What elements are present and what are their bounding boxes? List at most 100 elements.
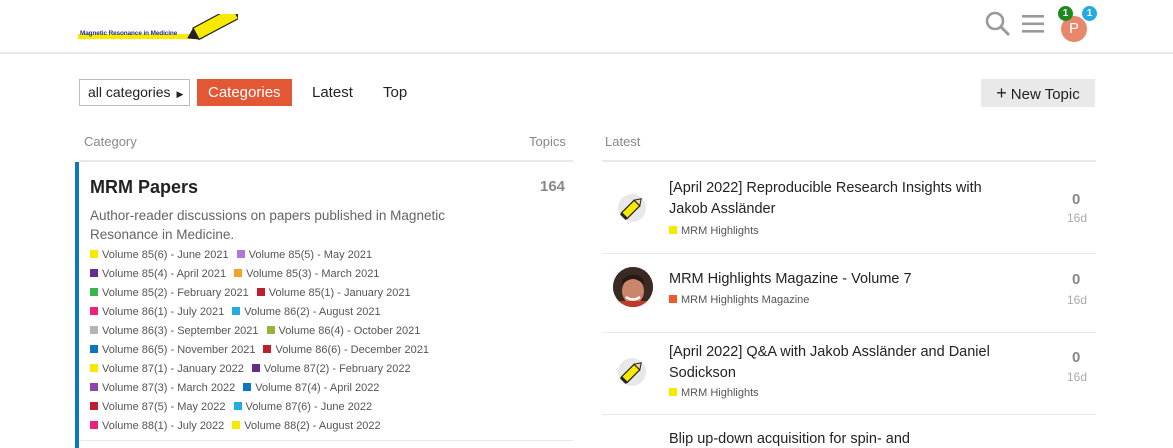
subcategory-color-swatch [90,383,98,391]
subcategory-row: Volume 87(1) - January 2022 Volume 87(2) … [90,363,419,379]
subcategory-link[interactable]: Volume 86(1) - July 2021 [90,306,224,318]
subcategory-label: Volume 88(2) - August 2022 [244,420,381,432]
notification-badge-green: 1 [1058,6,1073,21]
subcategory-link[interactable]: Volume 85(2) - February 2021 [90,287,249,299]
topic-reply-count: 0 [1072,349,1081,366]
subcategory-label: Volume 85(6) - June 2021 [102,249,229,261]
subcategory-link[interactable]: Volume 85(3) - March 2021 [234,268,379,280]
subcategory-color-swatch [263,345,272,353]
column-header-category[interactable]: Category [84,134,137,149]
topic-row[interactable]: [April 2022] Q&A with Jakob Assländer an… [602,333,1096,414]
subcategory-link[interactable]: Volume 85(4) - April 2021 [90,268,226,280]
user-avatar-photo[interactable] [613,267,653,307]
subcategory-link[interactable]: Volume 86(4) - October 2021 [266,325,421,337]
tab-top[interactable]: Top [372,79,418,106]
subcategory-link[interactable]: Volume 87(3) - March 2022 [90,382,235,394]
subcategory-label: Volume 88(1) - July 2022 [102,420,225,432]
category-topic-count: 164 [540,178,566,195]
divider [79,160,573,162]
subcategory-color-swatch [90,345,98,353]
subcategory-color-swatch [243,383,252,391]
category-description: Author-reader discussions on papers publ… [90,208,445,242]
subcategory-link[interactable]: Volume 87(1) - January 2022 [90,363,244,375]
topic-reply-count: 0 [1072,191,1081,208]
subcategory-link[interactable]: Volume 87(4) - April 2022 [243,382,379,394]
column-header-topics[interactable]: Topics [529,134,566,149]
subcategory-row: Volume 85(4) - April 2021 Volume 85(3) - … [90,268,387,284]
subcategory-link[interactable]: Volume 86(2) - August 2021 [232,306,381,318]
category-color-swatch [669,226,677,234]
topic-age[interactable]: 16d [1067,370,1087,384]
topic-title[interactable]: Blip up-down acquisition for spin- and [669,429,999,448]
topic-title[interactable]: [April 2022] Q&A with Jakob Assländer an… [669,342,999,384]
search-icon[interactable] [985,11,1011,37]
subcategory-label: Volume 87(5) - May 2022 [102,401,226,413]
subcategory-label: Volume 86(3) - September 2021 [102,325,259,337]
subcategory-color-swatch [90,250,98,258]
pencil-icon [618,194,646,222]
topic-row[interactable]: [April 2022] Reproducible Research Insig… [602,162,1096,253]
user-menu[interactable]: P 1 1 [1058,6,1097,44]
subcategory-label: Volume 87(6) - June 2022 [245,401,373,413]
logo-text: Magnetic Resonance in Medicine [80,30,178,37]
tab-categories[interactable]: Categories [197,79,292,106]
category-select-label: all categories [88,84,171,100]
subcategory-color-swatch [232,421,241,429]
plus-icon: + [996,83,1007,103]
subcategory-row: Volume 88(1) - July 2022 Volume 88(2) - A… [90,420,389,436]
subcategory-color-swatch [232,307,241,315]
new-topic-label: New Topic [1010,86,1080,103]
subcategory-label: Volume 86(4) - October 2021 [278,325,421,337]
subcategory-label: Volume 85(2) - February 2021 [102,287,249,299]
subcategory-color-swatch [90,421,98,429]
topic-title[interactable]: MRM Highlights Magazine - Volume 7 [669,269,999,290]
highlighter-logo-icon [78,14,238,41]
category-accent-bar [75,162,79,448]
topic-age[interactable]: 16d [1067,211,1087,225]
notification-badge-blue: 1 [1082,6,1097,21]
category-select[interactable]: all categories ▶ [79,79,190,106]
tab-latest[interactable]: Latest [301,79,364,106]
subcategory-link[interactable]: Volume 88(1) - July 2022 [90,420,224,432]
site-logo[interactable]: Magnetic Resonance in Medicine [78,14,238,44]
subcategory-link[interactable]: Volume 86(5) - November 2021 [90,344,255,356]
subcategory-color-swatch [90,307,98,315]
subcategory-label: Volume 87(3) - March 2022 [102,382,236,394]
subcategory-color-swatch [90,364,98,372]
subcategory-link[interactable]: Volume 87(5) - May 2022 [90,401,226,413]
topic-age[interactable]: 16d [1067,293,1087,307]
subcategory-color-swatch [256,288,265,296]
topic-category[interactable]: MRM Highlights [669,387,759,399]
subcategory-link[interactable]: Volume 87(2) - February 2022 [251,363,411,375]
subcategory-label: Volume 86(5) - November 2021 [102,344,256,356]
subcategory-label: Volume 86(1) - July 2021 [102,306,225,318]
category-color-swatch [669,388,677,396]
subcategory-row: Volume 87(5) - May 2022 Volume 87(6) - Ju… [90,401,380,417]
topic-category[interactable]: MRM Highlights Magazine [669,294,809,306]
subcategory-label: Volume 85(1) - January 2021 [268,287,411,299]
subcategory-link[interactable]: Volume 86(3) - September 2021 [90,325,259,337]
new-topic-button[interactable]: + New Topic [981,79,1095,107]
subcategory-row: Volume 86(1) - July 2021 Volume 86(2) - A… [90,306,389,322]
divider [79,440,573,441]
topic-row[interactable]: Blip up-down acquisition for spin- and [602,415,1096,448]
subcategory-link[interactable]: Volume 88(2) - August 2022 [232,420,381,432]
category-color-swatch [669,295,677,303]
category-title[interactable]: MRM Papers [90,177,198,198]
topic-row[interactable]: MRM Highlights Magazine - Volume 7 MRM H… [602,254,1096,332]
subcategory-link[interactable]: Volume 85(1) - January 2021 [256,287,411,299]
hamburger-menu-icon[interactable] [1021,11,1045,37]
subcategory-label: Volume 86(6) - December 2021 [275,344,429,356]
topic-category[interactable]: MRM Highlights [669,225,759,237]
subcategory-color-swatch [236,250,245,258]
subcategory-color-swatch [90,326,98,334]
subcategory-color-swatch [90,402,98,410]
subcategory-link[interactable]: Volume 85(6) - June 2021 [90,249,229,261]
caret-right-icon: ▶ [176,89,184,99]
subcategory-link[interactable]: Volume 86(6) - December 2021 [263,344,429,356]
subcategory-link[interactable]: Volume 85(5) - May 2021 [236,249,372,261]
column-header-latest: Latest [605,134,641,149]
topic-title[interactable]: [April 2022] Reproducible Research Insig… [669,178,999,220]
subcategory-link[interactable]: Volume 87(6) - June 2022 [233,401,373,413]
subcategory-color-swatch [90,288,98,296]
